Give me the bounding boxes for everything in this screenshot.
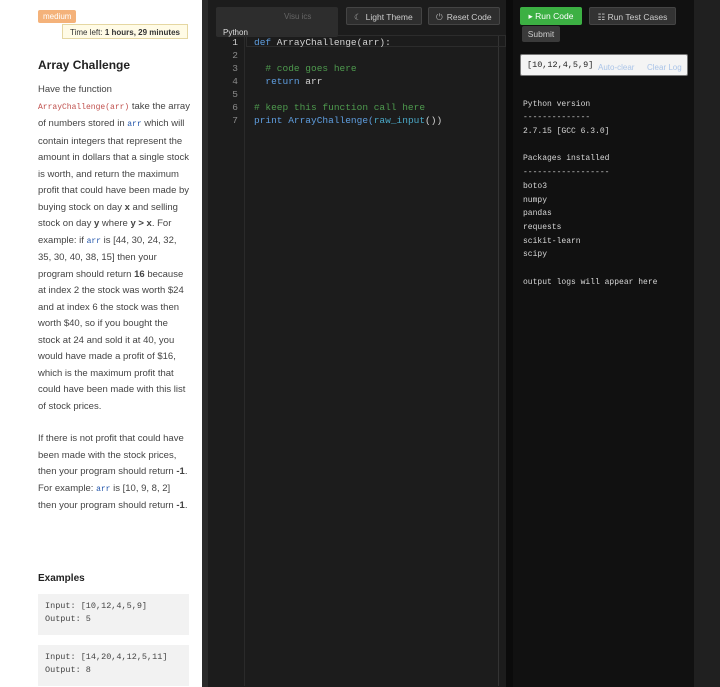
console-output-line: boto3 xyxy=(523,182,548,191)
timer-value: 1 hours, 29 minutes xyxy=(104,28,180,37)
condition: y > x xyxy=(130,218,152,229)
console-output-line: -------------- xyxy=(523,113,591,122)
console-output-line: Packages installed xyxy=(523,154,610,163)
return-value: -1 xyxy=(176,500,185,511)
line-number: 3 xyxy=(232,63,238,74)
problem-description: Have the function ArrayChallenge(arr) ta… xyxy=(38,82,191,531)
line-number: 5 xyxy=(232,89,238,100)
arr-code: arr xyxy=(86,236,101,246)
arr-code: arr xyxy=(127,120,142,129)
description-paragraph-2: If there is not profit that could have b… xyxy=(38,431,191,515)
clear-log-link[interactable]: Clear Log xyxy=(647,63,682,72)
console-output-line: scipy xyxy=(523,250,548,259)
code-text: ()) xyxy=(425,115,443,126)
run-test-cases-label: Run Test Cases xyxy=(607,12,668,22)
input-value[interactable]: [10,12,4,5,9] xyxy=(527,60,593,70)
example-box: Input: [10,12,4,5,9] Output: 5 xyxy=(38,594,189,635)
desc-text: where xyxy=(99,218,131,229)
return-value: 16 xyxy=(134,268,145,280)
problem-title: Array Challenge xyxy=(38,58,131,72)
moon-icon: ☾ xyxy=(354,12,362,22)
code-line[interactable]: # keep this function call here xyxy=(254,101,425,114)
example-output: Output: 5 xyxy=(45,614,91,624)
language-select[interactable]: Visu ics Python xyxy=(216,7,338,37)
keyword: def xyxy=(254,37,272,48)
console-output-line: Python version xyxy=(523,100,591,109)
code-line[interactable]: print ArrayChallenge(raw_input()) xyxy=(254,114,442,127)
examples-heading: Examples xyxy=(38,573,85,584)
light-theme-button[interactable]: ☾ Light Theme xyxy=(346,7,422,25)
editor-scrollbar-track[interactable] xyxy=(498,36,499,686)
difficulty-badge: medium xyxy=(38,10,77,23)
keyword: return xyxy=(254,76,300,87)
function-name: ArrayChallenge(arr) xyxy=(38,102,130,112)
problem-panel: medium Time left: 1 hours, 29 minutes Ar… xyxy=(0,0,202,687)
desc-text: . xyxy=(184,500,188,511)
visual-mode-label: Visu ics xyxy=(284,12,312,21)
console-output-line: numpy xyxy=(523,196,548,205)
line-number: 4 xyxy=(232,76,238,87)
run-test-cases-button[interactable]: ☷ Run Test Cases xyxy=(589,7,676,25)
example-input: Input: [10,12,4,5,9] xyxy=(45,601,148,611)
power-icon: ⏻ xyxy=(436,12,443,22)
gutter-divider xyxy=(244,36,245,686)
console-output-line: ------------------ xyxy=(523,168,610,177)
return-value: -1 xyxy=(176,466,185,477)
desc-text: If there is not profit that could have b… xyxy=(38,433,184,477)
desc-text: because at index 2 the stock was worth $… xyxy=(38,268,186,412)
reset-code-label: Reset Code xyxy=(446,12,492,22)
custom-input-field[interactable]: [10,12,4,5,9] Auto-clear Clear Log xyxy=(520,54,688,76)
run-code-button[interactable]: ▸ Run Code xyxy=(520,7,582,25)
line-number: 7 xyxy=(232,115,238,126)
console-output-line: scikit-learn xyxy=(523,237,581,246)
console-output-line: 2.7.15 [GCC 6.3.0] xyxy=(523,127,610,136)
code-text: ArrayChallenge(arr): xyxy=(271,37,391,48)
arr-code: arr xyxy=(96,484,111,494)
line-number: 6 xyxy=(232,102,238,113)
console-output-line: pandas xyxy=(523,209,552,218)
builtin: raw_input xyxy=(373,115,426,126)
desc-text: Have the function xyxy=(38,84,112,95)
reset-code-button[interactable]: ⏻ Reset Code xyxy=(428,7,500,25)
submit-button[interactable]: Submit xyxy=(522,26,560,42)
description-paragraph-1: Have the function ArrayChallenge(arr) ta… xyxy=(38,82,191,415)
desc-text: which will contain integers that represe… xyxy=(38,118,190,213)
example-box: Input: [14,20,4,12,5,11] Output: 8 xyxy=(38,645,189,686)
console-output-line: requests xyxy=(523,223,562,232)
panel-separator xyxy=(506,0,513,687)
code-line[interactable]: # code goes here xyxy=(254,62,356,75)
console-output-line: output logs will appear here xyxy=(523,278,658,287)
example-output: Output: 8 xyxy=(45,665,91,675)
timer-label: Time left: xyxy=(70,28,103,37)
code-line[interactable]: return arr xyxy=(254,75,322,88)
time-left-indicator: Time left: 1 hours, 29 minutes xyxy=(62,24,188,39)
tests-icon: ☷ xyxy=(597,12,608,22)
code-text: arr xyxy=(299,76,323,87)
page-edge xyxy=(694,0,720,687)
line-number: 2 xyxy=(232,50,238,61)
code-line[interactable]: def ArrayChallenge(arr): xyxy=(254,36,391,49)
line-number: 1 xyxy=(232,37,238,48)
auto-clear-link[interactable]: Auto-clear xyxy=(598,63,634,72)
example-input: Input: [14,20,4,12,5,11] xyxy=(45,652,168,662)
run-code-label: Run Code xyxy=(535,11,574,21)
code-text: print ArrayChallenge( xyxy=(254,115,374,126)
light-theme-label: Light Theme xyxy=(365,12,413,22)
